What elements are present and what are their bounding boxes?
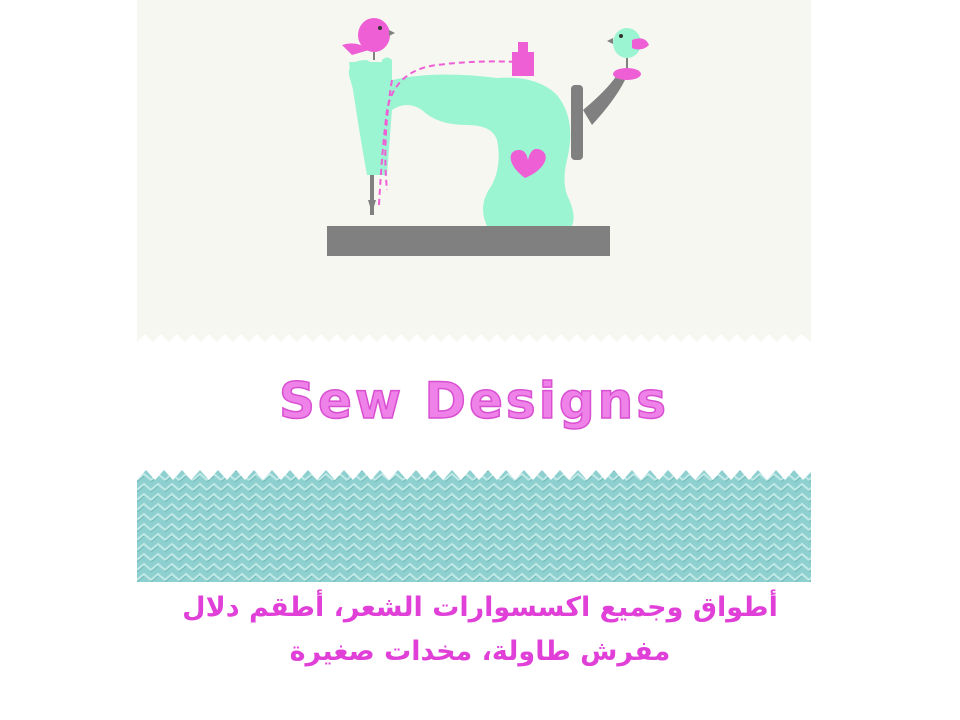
hand-wheel xyxy=(571,85,583,160)
bird-icon xyxy=(342,18,395,60)
caption: أطواق وجميع اكسسوارات الشعر، أطقم دلال م… xyxy=(0,586,960,674)
brand-title: Sew Designs xyxy=(137,371,811,431)
poster: Sew Designs xyxy=(137,0,811,582)
machine-base xyxy=(327,226,610,256)
bird-icon xyxy=(607,28,649,80)
brand-title-text: Sew Designs xyxy=(278,371,669,431)
thread-spool-icon xyxy=(512,52,534,76)
fabric-strip xyxy=(137,470,811,582)
sewing-machine-icon xyxy=(327,18,649,256)
caption-line-1: أطواق وجميع اكسسوارات الشعر، أطقم دلال xyxy=(182,592,778,623)
illustration-panel xyxy=(137,0,811,345)
caption-line-2: مفرش طاولة، مخدات صغيرة xyxy=(289,636,671,667)
